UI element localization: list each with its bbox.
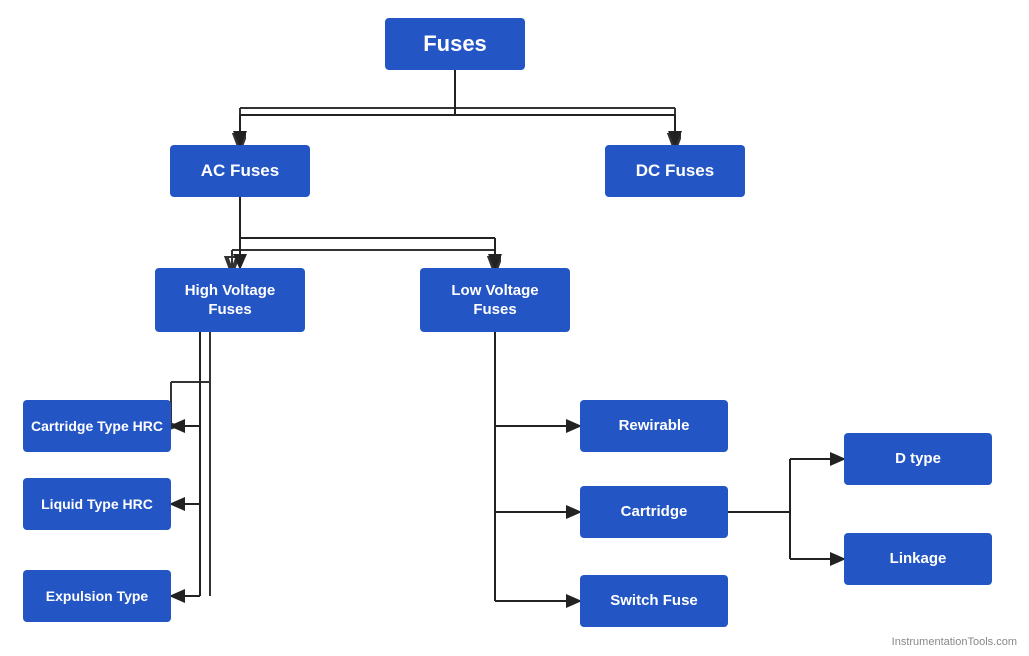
dc-fuses-node: DC Fuses [605,145,745,197]
liquid-hrc-node: Liquid Type HRC [23,478,171,530]
rewirable-node: Rewirable [580,400,728,452]
hv-fuses-node: High Voltage Fuses [155,268,305,332]
cartridge-hrc-node: Cartridge Type HRC [23,400,171,452]
switch-fuse-node: Switch Fuse [580,575,728,627]
watermark: InstrumentationTools.com [892,636,1017,648]
fuses-node: Fuses [385,18,525,70]
expulsion-node: Expulsion Type [23,570,171,622]
cartridge-node: Cartridge [580,486,728,538]
ac-fuses-node: AC Fuses [170,145,310,197]
d-type-node: D type [844,433,992,485]
lv-fuses-node: Low Voltage Fuses [420,268,570,332]
linkage-node: Linkage [844,533,992,585]
